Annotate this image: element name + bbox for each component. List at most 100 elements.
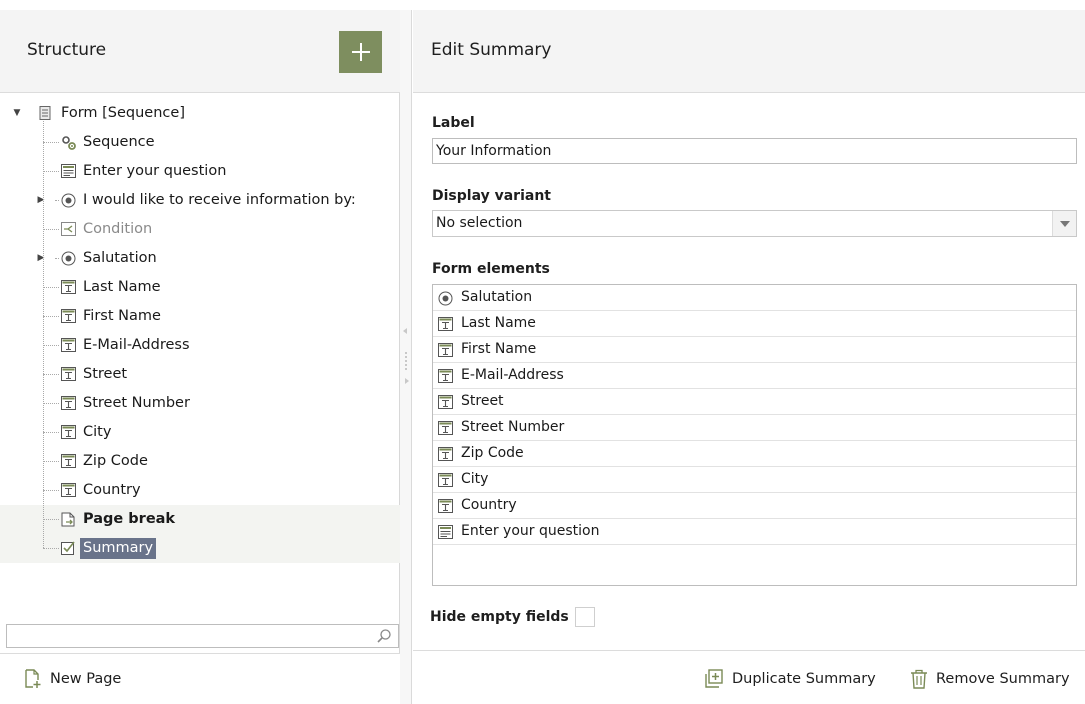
tree-connector bbox=[43, 287, 59, 288]
tree-item-label: Country bbox=[83, 482, 141, 498]
new-page-icon bbox=[25, 669, 41, 688]
new-page-button[interactable]: New Page bbox=[24, 669, 121, 689]
form-editor-app: Structure ▼ Form [Sequence] Sequence Enter … bbox=[0, 0, 1085, 704]
page-break-icon bbox=[61, 512, 75, 527]
tree-connector bbox=[43, 142, 59, 143]
tree-item-label: First Name bbox=[83, 308, 161, 324]
tree-connector bbox=[43, 374, 59, 375]
form-elements-list[interactable]: Salutation Last Name First Name E-Mail-Addr… bbox=[432, 284, 1077, 586]
collapsed-arrow-icon[interactable]: ▶ bbox=[36, 253, 46, 263]
tree-item-enter-your-question[interactable]: Enter your question bbox=[0, 157, 400, 186]
tree-item-label: Enter your question bbox=[83, 163, 227, 179]
tree-item-i-would-like-to-receive-information-by[interactable]: ▶ I would like to receive information by: bbox=[0, 186, 400, 215]
form-element-row[interactable]: Street Number bbox=[433, 415, 1076, 441]
tree-connector bbox=[43, 432, 59, 433]
form-element-row[interactable]: City bbox=[433, 467, 1076, 493]
form-element-row[interactable]: Enter your question bbox=[433, 519, 1076, 545]
form-element-label: Street Number bbox=[461, 419, 565, 435]
tree-item-label: Form [Sequence] bbox=[61, 105, 185, 121]
condition-icon bbox=[61, 222, 76, 236]
tree-item-form-sequence[interactable]: ▼ Form [Sequence] bbox=[0, 99, 400, 128]
tree-item-first-name[interactable]: First Name bbox=[0, 302, 400, 331]
tree-connector bbox=[43, 461, 59, 462]
form-element-row[interactable]: Street bbox=[433, 389, 1076, 415]
textfield-icon bbox=[61, 483, 76, 497]
textfield-icon bbox=[61, 454, 76, 468]
tree-item-last-name[interactable]: Last Name bbox=[0, 273, 400, 302]
tree-connector bbox=[43, 316, 59, 317]
form-element-row[interactable]: Country bbox=[433, 493, 1076, 519]
form-element-row[interactable]: Last Name bbox=[433, 311, 1076, 337]
textfield-icon bbox=[61, 338, 76, 352]
collapse-right-icon[interactable] bbox=[405, 378, 409, 384]
structure-panel: Structure ▼ Form [Sequence] Sequence Enter … bbox=[0, 10, 400, 704]
tree-item-salutation[interactable]: ▶ Salutation bbox=[0, 244, 400, 273]
hide-empty-fields-checkbox[interactable] bbox=[574, 607, 595, 627]
remove-summary-label: Remove Summary bbox=[936, 671, 1070, 687]
trash-icon bbox=[911, 669, 927, 689]
tree-item-city[interactable]: City bbox=[0, 418, 400, 447]
add-element-button[interactable] bbox=[339, 31, 382, 73]
textfield-icon bbox=[61, 309, 76, 323]
tree-item-sequence[interactable]: Sequence bbox=[0, 128, 400, 157]
tree-connector bbox=[43, 490, 59, 491]
tree-connector bbox=[43, 229, 59, 230]
summary-icon bbox=[61, 541, 75, 555]
tree-search-input[interactable] bbox=[7, 625, 367, 647]
label-input[interactable] bbox=[432, 138, 1077, 164]
edit-header: Edit Summary bbox=[413, 10, 1085, 93]
label-field-label: Label bbox=[432, 115, 475, 131]
form-element-row[interactable]: Salutation bbox=[433, 285, 1076, 311]
duplicate-summary-button[interactable]: Duplicate Summary bbox=[704, 669, 876, 689]
collapsed-arrow-icon[interactable]: ▶ bbox=[36, 195, 46, 205]
dropdown-button[interactable] bbox=[1052, 211, 1076, 236]
tree-search bbox=[6, 624, 399, 648]
top-strip bbox=[0, 0, 1085, 10]
tree-item-street[interactable]: Street bbox=[0, 360, 400, 389]
textfield-icon bbox=[438, 317, 453, 331]
tree-item-label: Zip Code bbox=[83, 453, 148, 469]
textfield-icon bbox=[438, 395, 453, 409]
edit-panel: Edit Summary Label Display variant No se… bbox=[413, 10, 1085, 704]
panel-splitter[interactable] bbox=[400, 10, 412, 704]
tree-item-condition[interactable]: Condition bbox=[0, 215, 400, 244]
form-element-row[interactable]: First Name bbox=[433, 337, 1076, 363]
textfield-icon bbox=[61, 425, 76, 439]
form-element-label: First Name bbox=[461, 341, 537, 357]
tree-item-e-mail-address[interactable]: E-Mail-Address bbox=[0, 331, 400, 360]
textfield-icon bbox=[438, 343, 453, 357]
tree-item-label: Condition bbox=[83, 221, 153, 237]
form-element-label: Country bbox=[461, 497, 517, 513]
textfield-icon bbox=[438, 421, 453, 435]
edit-footer: Duplicate Summary Remove Summary bbox=[413, 650, 1085, 704]
tree-item-page-break[interactable]: Page break bbox=[0, 505, 400, 534]
form-elements-label: Form elements bbox=[432, 261, 550, 277]
tree-item-label: Sequence bbox=[83, 134, 155, 150]
tree-item-label: Last Name bbox=[83, 279, 161, 295]
collapse-left-icon[interactable] bbox=[403, 328, 407, 334]
tree-guide-line bbox=[43, 121, 44, 548]
textfield-icon bbox=[438, 473, 453, 487]
tree-item-label: Street bbox=[83, 366, 128, 382]
expanded-arrow-icon[interactable]: ▼ bbox=[12, 108, 22, 118]
remove-summary-button[interactable]: Remove Summary bbox=[910, 669, 1070, 689]
display-variant-value: No selection bbox=[436, 215, 523, 231]
hide-empty-fields-label: Hide empty fields bbox=[430, 609, 569, 625]
search-icon[interactable] bbox=[376, 628, 392, 644]
form-element-label: Enter your question bbox=[461, 523, 600, 539]
form-element-row[interactable]: Zip Code bbox=[433, 441, 1076, 467]
tree-item-label: I would like to receive information by: bbox=[83, 192, 356, 208]
textfield-icon bbox=[61, 396, 76, 410]
tree-item-summary[interactable]: Summary bbox=[0, 534, 400, 563]
textfield-icon bbox=[61, 280, 76, 294]
form-element-row[interactable]: E-Mail-Address bbox=[433, 363, 1076, 389]
tree-connector bbox=[43, 403, 59, 404]
form-icon bbox=[39, 106, 53, 120]
textfield-icon bbox=[438, 369, 453, 383]
tree-item-label: Salutation bbox=[83, 250, 157, 266]
tree-item-country[interactable]: Country bbox=[0, 476, 400, 505]
tree-item-zip-code[interactable]: Zip Code bbox=[0, 447, 400, 476]
tree-item-street-number[interactable]: Street Number bbox=[0, 389, 400, 418]
display-variant-select[interactable]: No selection bbox=[432, 210, 1077, 237]
structure-footer: New Page bbox=[0, 653, 400, 704]
